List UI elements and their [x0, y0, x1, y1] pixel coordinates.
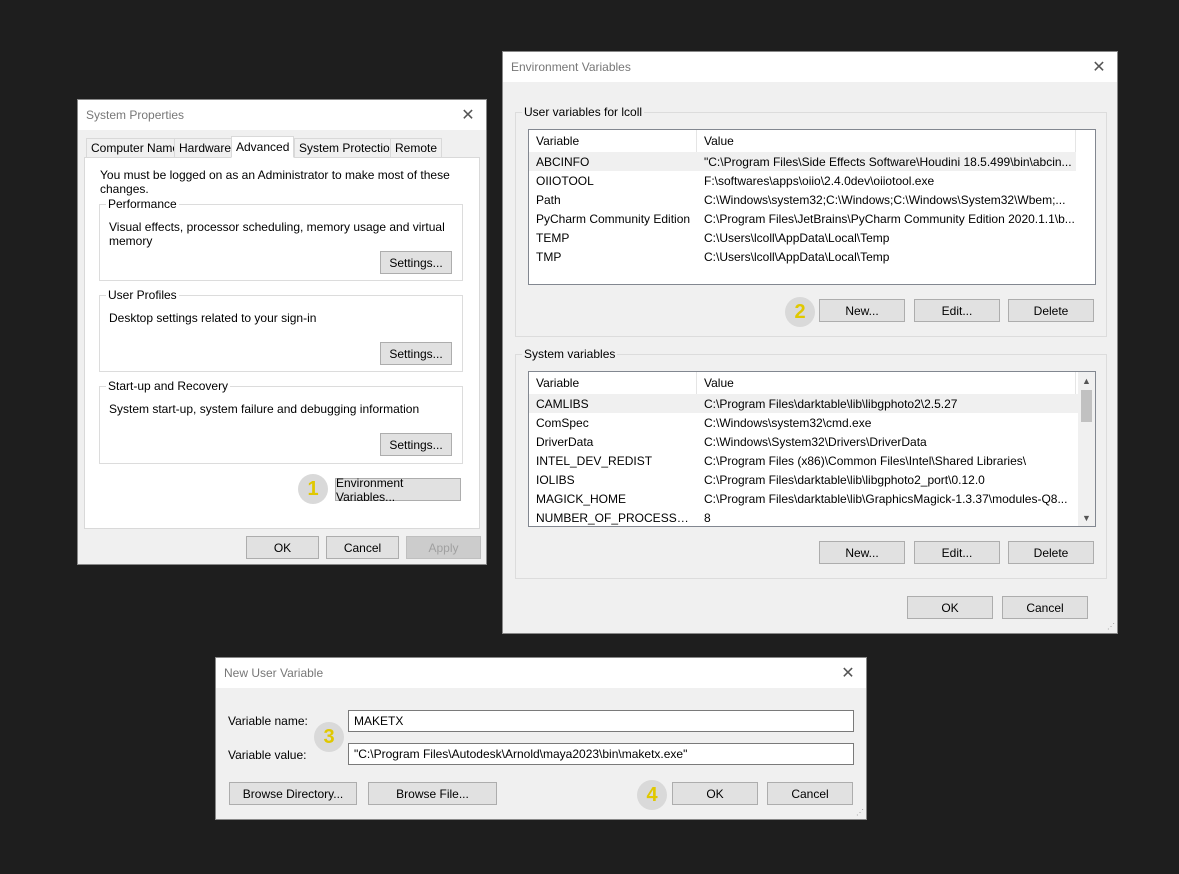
table-row[interactable]: TMP C:\Users\lcoll\AppData\Local\Temp — [529, 247, 1095, 266]
system-variables-group: System variables Variable Value CAMLIBS C… — [515, 347, 1107, 579]
list-header: Variable Value — [529, 372, 1095, 394]
group-title: User variables for lcoll — [522, 105, 645, 119]
environment-variables-button[interactable]: Environment Variables... — [335, 476, 461, 504]
table-row[interactable]: TEMP C:\Users\lcoll\AppData\Local\Temp — [529, 228, 1095, 247]
new-user-variable-window: New User Variable ✕ Variable name: MAKET… — [215, 657, 867, 820]
user-variables-list[interactable]: Variable Value ABCINFO "C:\Program Files\… — [528, 129, 1096, 285]
ok-button[interactable]: OK — [246, 536, 319, 559]
close-icon[interactable]: ✕ — [458, 105, 478, 125]
user-new-button[interactable]: New... — [819, 299, 905, 322]
list-header: Variable Value — [529, 130, 1095, 152]
step-badge-1: 1 — [298, 474, 328, 504]
performance-settings-button[interactable]: Settings... — [380, 251, 452, 274]
user-variables-group: User variables for lcoll Variable Value … — [515, 105, 1107, 337]
ok-button[interactable]: OK — [672, 782, 758, 805]
tab-advanced[interactable]: Advanced — [231, 136, 295, 158]
window-title: New User Variable — [224, 666, 324, 680]
column-header-value[interactable]: Value — [697, 130, 1076, 152]
table-row[interactable]: INTEL_DEV_REDIST C:\Program Files (x86)\C… — [529, 451, 1095, 470]
table-row[interactable]: NUMBER_OF_PROCESSORS 8 — [529, 508, 1095, 526]
table-row[interactable]: MAGICK_HOME C:\Program Files\darktable\li… — [529, 489, 1095, 508]
system-delete-button[interactable]: Delete — [1008, 541, 1094, 564]
group-title: System variables — [522, 347, 618, 361]
table-row[interactable]: OIIOTOOL F:\softwares\apps\oiio\2.4.0dev\… — [529, 171, 1095, 190]
startup-settings-button[interactable]: Settings... — [380, 433, 452, 456]
user-profiles-settings-button[interactable]: Settings... — [380, 342, 452, 365]
startup-recovery-group: Start-up and Recovery System start-up, s… — [99, 379, 463, 464]
close-icon[interactable]: ✕ — [838, 663, 858, 683]
table-row[interactable]: Path C:\Windows\system32;C:\Windows;C:\Wi… — [529, 190, 1095, 209]
user-delete-button[interactable]: Delete — [1008, 299, 1094, 322]
step-badge-3: 3 — [314, 722, 344, 752]
window-title: Environment Variables — [511, 60, 631, 74]
new-user-variable-titlebar: New User Variable ✕ — [216, 658, 866, 688]
system-edit-button[interactable]: Edit... — [914, 541, 1000, 564]
table-row[interactable]: IOLIBS C:\Program Files\darktable\lib\lib… — [529, 470, 1095, 489]
table-row[interactable]: DriverData C:\Windows\System32\Drivers\Dr… — [529, 432, 1095, 451]
column-header-value[interactable]: Value — [697, 372, 1076, 394]
user-edit-button[interactable]: Edit... — [914, 299, 1000, 322]
table-row[interactable]: ComSpec C:\Windows\system32\cmd.exe — [529, 413, 1095, 432]
environment-variables-window: Environment Variables ✕ User variables f… — [502, 51, 1118, 634]
variable-name-label: Variable name: — [228, 714, 308, 728]
table-row[interactable]: CAMLIBS C:\Program Files\darktable\lib\li… — [529, 394, 1078, 413]
table-row[interactable]: PyCharm Community Edition C:\Program File… — [529, 209, 1095, 228]
cancel-button[interactable]: Cancel — [1002, 596, 1088, 619]
group-title: Start-up and Recovery — [106, 379, 231, 393]
variable-name-input[interactable]: MAKETX — [348, 710, 854, 732]
apply-button[interactable]: Apply — [406, 536, 481, 559]
user-profiles-group: User Profiles Desktop settings related t… — [99, 288, 463, 372]
ok-button[interactable]: OK — [907, 596, 993, 619]
scroll-thumb[interactable] — [1081, 390, 1092, 422]
step-badge-2: 2 — [785, 297, 815, 327]
vertical-scrollbar[interactable]: ▲ ▼ — [1078, 372, 1095, 526]
group-description: Visual effects, processor scheduling, me… — [109, 220, 445, 248]
table-row[interactable]: ABCINFO "C:\Program Files\Side Effects So… — [529, 152, 1076, 171]
cancel-button[interactable]: Cancel — [767, 782, 853, 805]
group-description: Desktop settings related to your sign-in — [109, 311, 317, 325]
environment-variables-titlebar: Environment Variables ✕ — [503, 52, 1117, 82]
tab-panel-advanced: You must be logged on as an Administrato… — [84, 157, 480, 529]
performance-group: Performance Visual effects, processor sc… — [99, 197, 463, 281]
admin-note: You must be logged on as an Administrato… — [100, 168, 450, 196]
system-new-button[interactable]: New... — [819, 541, 905, 564]
close-icon[interactable]: ✕ — [1089, 57, 1109, 77]
tab-remote[interactable]: Remote — [390, 138, 443, 158]
system-variables-list[interactable]: Variable Value CAMLIBS C:\Program Files\d… — [528, 371, 1096, 527]
resize-grip-icon[interactable]: ⋰ — [1107, 623, 1115, 631]
browse-file-button[interactable]: Browse File... — [368, 782, 497, 805]
resize-grip-icon[interactable]: ⋰ — [856, 809, 864, 817]
group-title: User Profiles — [106, 288, 179, 302]
chevron-up-icon[interactable]: ▲ — [1078, 372, 1095, 389]
chevron-down-icon[interactable]: ▼ — [1078, 509, 1095, 526]
variable-value-input[interactable]: "C:\Program Files\Autodesk\Arnold\maya20… — [348, 743, 854, 765]
column-header-variable[interactable]: Variable — [529, 130, 697, 152]
system-properties-window: System Properties ✕ Computer Name Hardwa… — [77, 99, 487, 565]
group-description: System start-up, system failure and debu… — [109, 402, 420, 416]
step-badge-4: 4 — [637, 780, 667, 810]
tab-system-protection[interactable]: System Protection — [294, 138, 402, 158]
group-title: Performance — [106, 197, 179, 211]
column-header-variable[interactable]: Variable — [529, 372, 697, 394]
tab-hardware[interactable]: Hardware — [174, 138, 237, 158]
browse-directory-button[interactable]: Browse Directory... — [229, 782, 357, 805]
window-title: System Properties — [86, 108, 185, 122]
tab-computer-name[interactable]: Computer Name — [86, 138, 185, 158]
cancel-button[interactable]: Cancel — [326, 536, 399, 559]
system-properties-titlebar: System Properties ✕ — [78, 100, 486, 130]
variable-value-label: Variable value: — [228, 748, 307, 762]
